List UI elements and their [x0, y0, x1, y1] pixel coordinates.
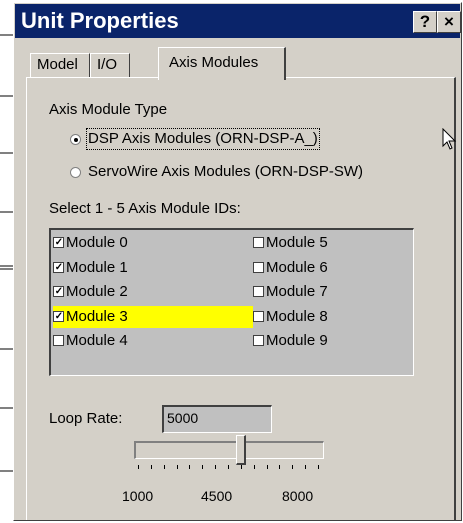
- module-9-checkbox[interactable]: Module 9: [253, 330, 328, 352]
- slider-tick: [176, 465, 178, 469]
- loop-rate-field[interactable]: 5000: [162, 405, 272, 433]
- slider-ticks: [136, 465, 326, 473]
- module-label: Module 0: [66, 234, 128, 251]
- loop-rate-slider-thumb[interactable]: [235, 435, 246, 465]
- module-2-checkbox[interactable]: Module 2: [53, 281, 128, 303]
- loop-rate-label: Loop Rate:: [49, 410, 123, 427]
- slider-tick: [202, 465, 204, 469]
- checkbox-icon: [53, 335, 64, 346]
- checkbox-icon: [53, 237, 64, 248]
- module-label: Module 8: [266, 308, 328, 325]
- module-label: Module 9: [266, 332, 328, 349]
- tick-label-min: 1000: [122, 488, 154, 504]
- module-0-checkbox[interactable]: Module 0: [53, 232, 128, 254]
- module-label: Module 4: [66, 332, 128, 349]
- module-3-checkbox[interactable]: Module 3: [53, 306, 253, 328]
- slider-tick: [318, 465, 319, 469]
- module-label: Module 5: [266, 234, 328, 251]
- tab-io[interactable]: I/O: [90, 53, 130, 77]
- module-id-list[interactable]: Module 0 Module 1 Module 2 Module 3 Modu…: [49, 228, 414, 376]
- checkbox-icon: [253, 311, 264, 322]
- slider-tick: [279, 465, 281, 469]
- close-button[interactable]: ×: [437, 11, 461, 33]
- radio-servowire-axis-modules[interactable]: [70, 167, 81, 178]
- slider-tick: [150, 465, 152, 469]
- module-1-checkbox[interactable]: Module 1: [53, 257, 128, 279]
- slider-tick: [163, 465, 165, 469]
- module-4-checkbox[interactable]: Module 4: [53, 330, 128, 352]
- close-icon: ×: [444, 12, 454, 31]
- module-ids-label: Select 1 - 5 Axis Module IDs:: [49, 200, 241, 217]
- checkbox-icon: [253, 286, 264, 297]
- tab-model[interactable]: Model: [30, 53, 90, 77]
- slider-tick: [189, 465, 191, 469]
- tick-label-max: 8000: [282, 488, 314, 504]
- slider-tick: [138, 465, 139, 469]
- slider-tick: [215, 465, 217, 469]
- checkbox-icon: [53, 286, 64, 297]
- module-label: Module 3: [66, 308, 128, 325]
- module-label: Module 2: [66, 283, 128, 300]
- module-6-checkbox[interactable]: Module 6: [253, 257, 328, 279]
- help-button[interactable]: ?: [413, 11, 437, 33]
- dialog-title: Unit Properties: [21, 8, 179, 33]
- slider-tick: [228, 465, 229, 469]
- module-label: Module 7: [266, 283, 328, 300]
- module-label: Module 6: [266, 259, 328, 276]
- slider-tick: [266, 465, 268, 469]
- slider-tick: [292, 465, 294, 469]
- module-7-checkbox[interactable]: Module 7: [253, 281, 328, 303]
- checkbox-icon: [253, 262, 264, 273]
- title-bar[interactable]: Unit Properties ? ×: [15, 4, 461, 38]
- slider-tick: [253, 465, 255, 469]
- axis-module-type-label: Axis Module Type: [49, 101, 168, 118]
- slider-tick: [305, 465, 307, 469]
- checkbox-icon: [53, 311, 64, 322]
- module-5-checkbox[interactable]: Module 5: [253, 232, 328, 254]
- checkbox-icon: [253, 335, 264, 346]
- loop-rate-slider-track[interactable]: [134, 441, 324, 459]
- module-label: Module 1: [66, 259, 128, 276]
- tab-axis-modules[interactable]: Axis Modules: [158, 47, 286, 80]
- arrow-cursor-icon: [442, 128, 457, 150]
- radio-dsp-axis-modules[interactable]: [70, 134, 81, 145]
- unit-properties-dialog: Unit Properties ? × Model I/O Axis Modul…: [13, 2, 462, 521]
- module-8-checkbox[interactable]: Module 8: [253, 306, 328, 328]
- radio-servowire-axis-modules-label[interactable]: ServoWire Axis Modules (ORN-DSP-SW): [88, 163, 363, 181]
- checkbox-icon: [253, 237, 264, 248]
- radio-dsp-axis-modules-label[interactable]: DSP Axis Modules (ORN-DSP-A_): [86, 128, 320, 150]
- slider-tick: [240, 465, 242, 469]
- tick-label-mid: 4500: [201, 488, 233, 504]
- question-mark-icon: ?: [419, 12, 431, 31]
- checkbox-icon: [53, 262, 64, 273]
